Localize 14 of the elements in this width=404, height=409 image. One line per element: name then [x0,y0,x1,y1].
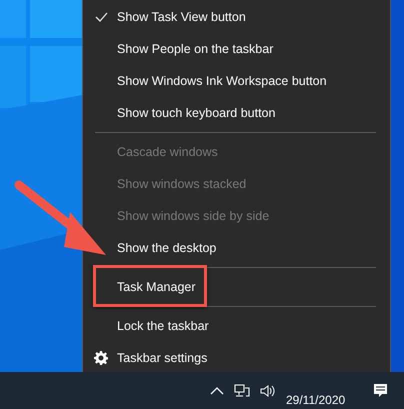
gear-icon [94,351,108,365]
menu-item[interactable]: Show Windows Ink Workspace button [117,74,327,88]
volume-icon[interactable] [260,384,276,398]
caret-up-icon[interactable] [210,386,224,395]
menu-item[interactable]: Task Manager [117,280,196,294]
menu-item[interactable]: Show touch keyboard button [117,106,276,120]
menu-item[interactable]: Taskbar settings [117,351,208,365]
menu-item[interactable]: Show the desktop [117,241,216,255]
menu-item[interactable]: Show Task View button [117,10,246,24]
menu-item[interactable]: Show People on the taskbar [117,42,274,56]
network-icon[interactable] [234,384,250,398]
notification-icon[interactable] [373,382,390,398]
menu-item[interactable]: Lock the taskbar [117,319,209,333]
date-text[interactable]: 29/11/2020 [286,392,346,406]
